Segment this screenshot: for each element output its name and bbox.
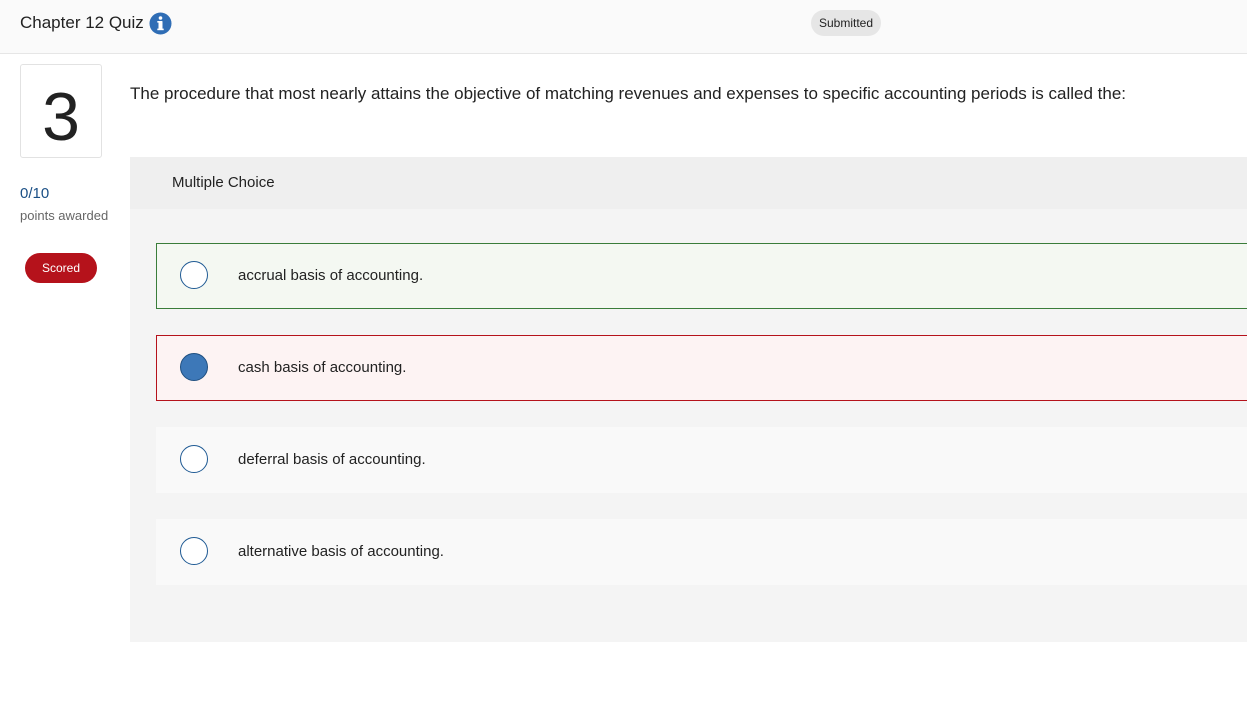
answer-panel-header: Multiple Choice xyxy=(130,157,1247,209)
question-prompt: The procedure that most nearly attains t… xyxy=(130,84,1127,103)
radio-button[interactable] xyxy=(180,445,208,473)
scored-badge: Scored xyxy=(25,253,97,283)
radio-button[interactable] xyxy=(180,261,208,289)
quiz-title: Chapter 12 Quiz xyxy=(20,13,144,32)
quiz-header: Chapter 12 Quiz Submitted xyxy=(0,0,1247,54)
answer-option[interactable]: deferral basis of accounting. xyxy=(156,427,1247,493)
info-circle-icon[interactable] xyxy=(149,12,172,35)
answer-option-label: deferral basis of accounting. xyxy=(238,451,426,468)
answer-option-label: alternative basis of accounting. xyxy=(238,543,444,560)
question-number: 3 xyxy=(20,64,102,158)
radio-button[interactable] xyxy=(180,537,208,565)
score-value: 0/10 xyxy=(20,185,50,202)
points-awarded-label: points awarded xyxy=(20,208,109,223)
answer-option-correct[interactable]: accrual basis of accounting. xyxy=(156,243,1247,309)
answer-option-selected-incorrect[interactable]: cash basis of accounting. xyxy=(156,335,1247,401)
answer-option-label: cash basis of accounting. xyxy=(238,359,407,376)
submitted-status-badge: Submitted xyxy=(811,10,882,36)
answer-panel: Multiple Choice accrual basis of account… xyxy=(130,157,1247,642)
question-type-label: Multiple Choice xyxy=(172,174,275,191)
answer-option[interactable]: alternative basis of accounting. xyxy=(156,519,1247,585)
answer-option-label: accrual basis of accounting. xyxy=(238,267,424,284)
radio-button-selected[interactable] xyxy=(180,353,208,381)
